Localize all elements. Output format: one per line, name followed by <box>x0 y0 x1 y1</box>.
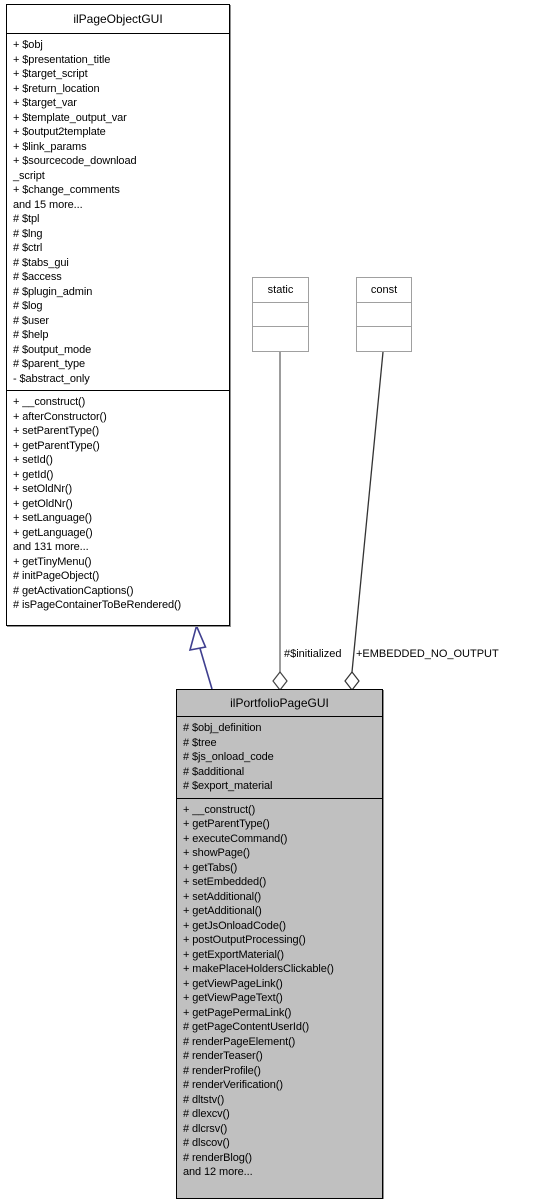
attribute-row: + $return_location <box>13 82 100 95</box>
attribute-row: + $sourcecode_download <box>13 155 137 167</box>
method-row: + getLanguage() <box>13 526 93 539</box>
class-attributes-static <box>253 302 308 326</box>
attribute-row: + $output2template <box>13 126 106 138</box>
attribute-row: + $presentation_title <box>13 53 111 66</box>
class-methods-const <box>357 326 411 350</box>
attribute-row: # $lng <box>13 227 43 240</box>
method-row: + getTinyMenu() <box>13 555 92 568</box>
attribute-row: + $target_script <box>13 68 88 80</box>
class-attributes-const <box>357 302 411 326</box>
class-attributes-ilpageobjectgui: + $obj + $presentation_title + $target_s… <box>7 34 229 390</box>
method-row: # dlscov() <box>183 1137 230 1149</box>
method-row: + getViewPageLink() <box>183 977 283 990</box>
class-box-const[interactable]: const <box>356 277 412 352</box>
method-more: and 12 more... <box>183 1166 253 1178</box>
method-row: + showPage() <box>183 847 250 859</box>
edge-label-embedded-no-output: +EMBEDDED_NO_OUTPUT <box>356 648 499 660</box>
attribute-row: # $plugin_admin <box>13 285 93 298</box>
attribute-more: and 15 more... <box>13 198 83 211</box>
method-row: + getViewPageText() <box>183 992 283 1004</box>
attribute-row: + $template_output_var <box>13 111 127 124</box>
method-row: # isPageContainerToBeRendered() <box>13 599 182 611</box>
attribute-row-wrap: _script <box>13 169 45 182</box>
method-row: + setOldNr() <box>13 483 73 495</box>
edge-label-initialized: #$initialized <box>284 648 342 660</box>
attribute-row: # $tabs_gui <box>13 256 69 269</box>
attribute-row: # $output_mode <box>13 343 92 356</box>
method-row: # initPageObject() <box>13 570 100 582</box>
method-row: + getId() <box>13 468 54 481</box>
method-row: + __construct() <box>13 396 86 408</box>
method-row: # renderPageElement() <box>183 1035 296 1048</box>
method-row: + __construct() <box>183 803 256 816</box>
method-row: # getActivationCaptions() <box>13 584 134 597</box>
method-row: + getParentType() <box>183 818 270 830</box>
method-row: + executeCommand() <box>183 832 288 845</box>
method-row: + setEmbedded() <box>183 876 267 888</box>
class-box-static[interactable]: static <box>252 277 309 352</box>
method-row: + setAdditional() <box>183 890 262 903</box>
edge-aggregation-const <box>344 351 384 691</box>
attribute-row: # $access <box>13 271 62 283</box>
attribute-row: + $target_var <box>13 97 77 109</box>
attribute-row: + $change_comments <box>13 184 120 196</box>
class-box-ilportfoliopagegui[interactable]: ilPortfolioPageGUI # $obj_definition # $… <box>176 689 383 1199</box>
method-row: + makePlaceHoldersClickable() <box>183 963 334 975</box>
method-row: # renderProfile() <box>183 1064 261 1077</box>
attribute-row: # $obj_definition <box>183 722 262 734</box>
method-row: + getTabs() <box>183 861 238 874</box>
attribute-row: # $tpl <box>13 213 40 225</box>
method-row: + getPagePermaLink() <box>183 1006 292 1019</box>
class-title-ilportfoliopagegui: ilPortfolioPageGUI <box>177 690 382 716</box>
method-row: + getJsOnloadCode() <box>183 919 286 932</box>
method-row: + setId() <box>13 454 53 466</box>
attribute-row: # $log <box>13 300 43 312</box>
edge-generalization <box>188 623 213 690</box>
attribute-row: # $parent_type <box>13 358 85 370</box>
class-title-static: static <box>267 284 294 296</box>
class-methods-static <box>253 326 308 350</box>
method-row: # dlexcv() <box>183 1108 230 1120</box>
attribute-row: # $tree <box>183 736 217 749</box>
method-row: + getParentType() <box>13 439 100 452</box>
attribute-row: + $obj <box>13 39 43 51</box>
method-row: + postOutputProcessing() <box>183 934 306 946</box>
attribute-row: + $link_params <box>13 140 87 153</box>
method-row: # getPageContentUserId() <box>183 1021 310 1033</box>
method-row: # dlcrsv() <box>183 1122 228 1135</box>
class-methods-ilportfoliopagegui: + __construct() + getParentType() + exec… <box>177 798 382 1184</box>
class-attributes-ilportfoliopagegui: # $obj_definition # $tree # $js_onload_c… <box>177 717 382 798</box>
method-row: + afterConstructor() <box>13 410 107 423</box>
attribute-row: # $ctrl <box>13 242 43 254</box>
method-more: and 131 more... <box>13 541 89 553</box>
method-row: + getAdditional() <box>183 905 262 917</box>
class-methods-ilpageobjectgui: + __construct() + afterConstructor() + s… <box>7 391 229 617</box>
method-row: + getOldNr() <box>13 497 73 510</box>
class-title-const: const <box>370 284 398 296</box>
class-title-ilpageobjectgui: ilPageObjectGUI <box>73 12 163 26</box>
attribute-row: - $abstract_only <box>13 372 90 385</box>
diagram-canvas: ilPageObjectGUI + $obj + $presentation_t… <box>0 0 540 1199</box>
method-row: # dltstv() <box>183 1093 225 1106</box>
attribute-row: # $user <box>13 314 49 327</box>
edge-aggregation-static <box>272 352 288 691</box>
method-row: + setParentType() <box>13 425 100 437</box>
method-row: + setLanguage() <box>13 512 92 524</box>
method-row: # renderVerification() <box>183 1079 283 1091</box>
method-row: + getExportMaterial() <box>183 948 284 961</box>
attribute-row: # $additional <box>183 765 245 778</box>
attribute-row: # $help <box>13 329 49 341</box>
method-row: # renderBlog() <box>183 1151 252 1164</box>
class-box-ilpageobjectgui[interactable]: ilPageObjectGUI + $obj + $presentation_t… <box>6 4 230 626</box>
attribute-row: # $export_material <box>183 780 273 792</box>
method-row: # renderTeaser() <box>183 1050 263 1062</box>
attribute-row: # $js_onload_code <box>183 751 274 763</box>
